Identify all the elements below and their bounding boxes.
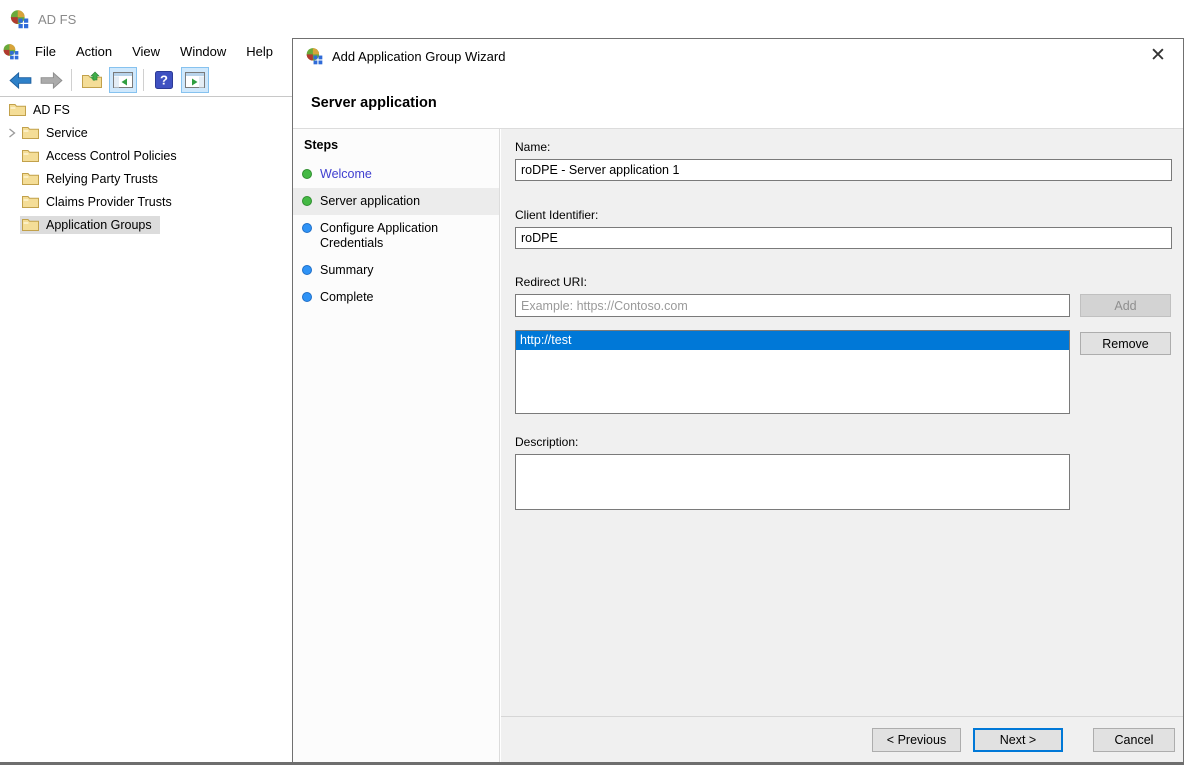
wizard-content: Name: Client Identifier: Redirect URI: A…	[501, 129, 1183, 763]
export-list-icon[interactable]	[78, 67, 106, 93]
tree-label: Access Control Policies	[46, 149, 177, 163]
tree-item-service[interactable]: Service	[0, 121, 292, 144]
close-icon[interactable]: ✕	[1145, 43, 1171, 69]
main-window-title: AD FS	[38, 12, 76, 27]
tree-label: Relying Party Trusts	[46, 172, 158, 186]
tree-label: Service	[46, 126, 88, 140]
tree-label: AD FS	[33, 103, 70, 117]
toolbar-separator	[71, 69, 72, 91]
step-label: Server application	[320, 194, 420, 209]
tree-item-application-groups[interactable]: Application Groups	[0, 213, 292, 236]
menu-help[interactable]: Help	[236, 40, 283, 63]
previous-button[interactable]: < Previous	[872, 728, 961, 752]
add-button[interactable]: Add	[1080, 294, 1171, 317]
menu-action[interactable]: Action	[66, 40, 122, 63]
tree-label: Application Groups	[46, 218, 152, 232]
show-console-tree-icon[interactable]	[109, 67, 137, 93]
step-done-dot-icon	[302, 196, 312, 206]
folder-icon	[22, 126, 39, 139]
main-window-titlebar: AD FS	[0, 0, 1184, 38]
forward-icon[interactable]	[37, 67, 65, 93]
step-summary[interactable]: Summary	[293, 257, 499, 284]
folder-icon	[22, 172, 39, 185]
menu-file[interactable]: File	[25, 40, 66, 63]
show-action-pane-icon[interactable]	[181, 67, 209, 93]
redirect-uri-list[interactable]: http://test	[515, 330, 1070, 414]
step-welcome[interactable]: Welcome	[293, 161, 499, 188]
redirect-uri-list-item[interactable]: http://test	[516, 331, 1069, 350]
step-label: Summary	[320, 263, 373, 278]
tree-item-access-control-policies[interactable]: Access Control Policies	[0, 144, 292, 167]
dialog-title: Add Application Group Wizard	[332, 49, 1145, 64]
folder-icon	[9, 103, 26, 116]
wizard-body: Steps Welcome Server application Configu…	[293, 128, 1183, 763]
add-application-group-wizard-dialog: Add Application Group Wizard ✕ Server ap…	[292, 38, 1184, 763]
menu-bar: File Action View Window Help	[0, 38, 292, 64]
remove-button[interactable]: Remove	[1080, 332, 1171, 355]
redirect-uri-label: Redirect URI:	[515, 275, 587, 289]
toolbar-separator	[143, 69, 144, 91]
cancel-button[interactable]: Cancel	[1093, 728, 1175, 752]
step-pending-dot-icon	[302, 292, 312, 302]
client-identifier-input[interactable]	[515, 227, 1172, 249]
step-configure-application-credentials[interactable]: Configure Application Credentials	[293, 215, 499, 257]
step-label: Welcome	[320, 167, 372, 182]
step-done-dot-icon	[302, 169, 312, 179]
step-server-application[interactable]: Server application	[293, 188, 499, 215]
name-label: Name:	[515, 140, 550, 154]
folder-icon	[22, 195, 39, 208]
steps-panel: Steps Welcome Server application Configu…	[293, 129, 500, 763]
screen: AD FS File Action View Window Help	[0, 0, 1184, 767]
wizard-page-heading: Server application	[293, 73, 1183, 128]
window-bottom-edge	[0, 762, 1184, 765]
toolbar: ?	[0, 64, 292, 97]
help-icon[interactable]: ?	[150, 67, 178, 93]
chevron-right-icon[interactable]	[3, 128, 20, 138]
step-pending-dot-icon	[302, 265, 312, 275]
name-input[interactable]	[515, 159, 1172, 181]
footer-separator	[501, 716, 1183, 717]
redirect-uri-input[interactable]	[515, 294, 1070, 317]
step-label: Complete	[320, 290, 374, 305]
step-complete[interactable]: Complete	[293, 284, 499, 311]
client-identifier-label: Client Identifier:	[515, 208, 598, 222]
adfs-app-icon	[9, 9, 29, 29]
back-icon[interactable]	[6, 67, 34, 93]
next-button[interactable]: Next >	[973, 728, 1063, 752]
tree-item-adfs-root[interactable]: AD FS	[0, 98, 292, 121]
description-label: Description:	[515, 435, 578, 449]
steps-header: Steps	[293, 129, 499, 161]
console-tree: AD FS Service Access Control Policies Re	[0, 98, 292, 758]
description-textarea[interactable]	[515, 454, 1070, 510]
step-label: Configure Application Credentials	[320, 221, 480, 251]
tree-item-claims-provider-trusts[interactable]: Claims Provider Trusts	[0, 190, 292, 213]
folder-icon	[22, 149, 39, 162]
tree-item-relying-party-trusts[interactable]: Relying Party Trusts	[0, 167, 292, 190]
dialog-titlebar: Add Application Group Wizard ✕	[293, 39, 1183, 73]
svg-text:?: ?	[160, 73, 168, 88]
menu-view[interactable]: View	[122, 40, 170, 63]
adfs-console-icon	[2, 43, 19, 60]
menu-window[interactable]: Window	[170, 40, 236, 63]
tree-label: Claims Provider Trusts	[46, 195, 172, 209]
folder-icon	[22, 218, 39, 231]
step-pending-dot-icon	[302, 223, 312, 233]
adfs-dialog-icon	[305, 47, 323, 65]
